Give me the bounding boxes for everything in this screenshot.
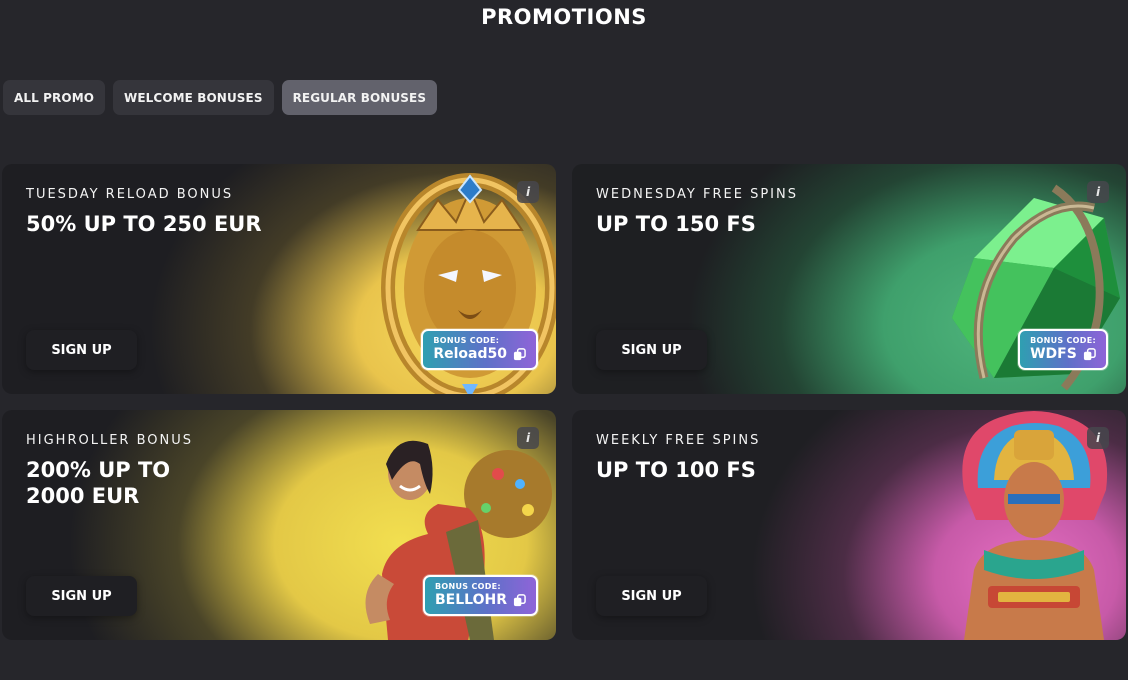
promo-card-wednesday-free-spins: WEDNESDAY FREE SPINS UP TO 150 FS SIGN U…: [572, 164, 1126, 394]
copy-icon: [513, 593, 526, 606]
promo-card-title: UP TO 100 FS: [596, 458, 756, 482]
promo-card-label: HIGHROLLER BONUS: [26, 433, 194, 448]
promo-card-title-line1: 200% UP TO: [26, 458, 171, 482]
promo-card-weekly-free-spins: WEEKLY FREE SPINS UP TO 100 FS SIGN UP i: [572, 410, 1126, 640]
sign-up-button[interactable]: SIGN UP: [596, 330, 707, 370]
info-icon[interactable]: i: [1087, 181, 1109, 203]
bonus-code-label: BONUS CODE:: [433, 336, 500, 345]
promo-card-title: 200% UP TO 2000 EUR: [26, 457, 326, 509]
filter-welcome-bonuses[interactable]: WELCOME BONUSES: [113, 80, 274, 115]
filter-regular-bonuses[interactable]: REGULAR BONUSES: [281, 80, 438, 115]
bonus-code-button[interactable]: BONUS CODE: BELLOHR: [423, 575, 538, 616]
promo-card-label: TUESDAY RELOAD BONUS: [26, 187, 234, 202]
info-icon[interactable]: i: [1087, 427, 1109, 449]
copy-icon: [513, 347, 526, 360]
filter-all-promo[interactable]: ALL PROMO: [3, 80, 106, 115]
sign-up-button[interactable]: SIGN UP: [26, 576, 137, 616]
promo-card-title: UP TO 150 FS: [596, 212, 756, 236]
promo-card-title: 50% UP TO 250 EUR: [26, 212, 262, 236]
bonus-code-value: Reload50: [433, 346, 507, 362]
bonus-code-value: WDFS: [1030, 346, 1077, 362]
bonus-code-label: BONUS CODE:: [435, 582, 501, 591]
promotions-page: PROMOTIONS ALL PROMO WELCOME BONUSES REG…: [0, 0, 1128, 680]
promo-card-highroller: HIGHROLLER BONUS 200% UP TO 2000 EUR SIG…: [2, 410, 556, 640]
promo-card-title-line2: 2000 EUR: [26, 484, 140, 508]
bonus-code-label: BONUS CODE:: [1030, 336, 1096, 345]
promo-card-label: WEDNESDAY FREE SPINS: [596, 187, 798, 202]
sign-up-button[interactable]: SIGN UP: [596, 576, 707, 616]
promo-card-label: WEEKLY FREE SPINS: [596, 433, 761, 448]
sign-up-button[interactable]: SIGN UP: [26, 330, 137, 370]
promo-card-tuesday-reload: TUESDAY RELOAD BONUS 50% UP TO 250 EUR S…: [2, 164, 556, 394]
copy-icon: [1083, 347, 1096, 360]
page-title: PROMOTIONS: [481, 5, 647, 29]
promo-filter-tabs: ALL PROMO WELCOME BONUSES REGULAR BONUSE…: [3, 80, 438, 115]
bonus-code-button[interactable]: BONUS CODE: Reload50: [421, 329, 538, 370]
info-icon[interactable]: i: [517, 427, 539, 449]
bonus-code-button[interactable]: BONUS CODE: WDFS: [1018, 329, 1108, 370]
info-icon[interactable]: i: [517, 181, 539, 203]
bonus-code-value: BELLOHR: [435, 592, 507, 608]
